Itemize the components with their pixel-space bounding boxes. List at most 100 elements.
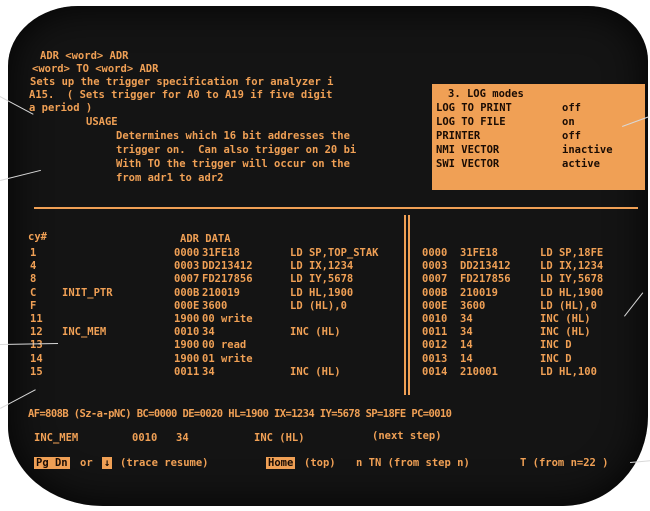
disasm-address: 000B (422, 287, 448, 299)
trace-data: 31FE18 (202, 247, 240, 259)
disasm-instruction: INC D (540, 339, 572, 351)
menu-item-value: off (562, 130, 581, 142)
disasm-instruction: INC (HL) (540, 313, 591, 325)
help-line: <word> TO <word> ADR (32, 63, 159, 75)
home-key[interactable]: Home (266, 457, 296, 469)
usage-line: trigger on. Can also trigger on 20 bi (116, 144, 357, 156)
menu-item-label: NMI VECTOR (436, 144, 500, 156)
trace-address: 0007 (174, 273, 200, 285)
next-step-adr: 0010 (132, 432, 158, 444)
usage-line: from adr1 to adr2 (116, 172, 224, 184)
disasm-address: 0010 (422, 313, 448, 325)
menu-item-label: PRINTER (436, 130, 481, 142)
trace-header-adr: ADR DATA (180, 233, 231, 245)
trace-instruction: LD SP,TOP_STAK (290, 247, 379, 259)
trace-cycle: 4 (30, 260, 37, 272)
next-step-inst: INC (HL) (254, 432, 305, 444)
disasm-instruction: INC (HL) (540, 326, 591, 338)
trace-cycle: 12 (30, 326, 43, 338)
disasm-data: 210001 (460, 366, 498, 378)
trace-address: 1900 (174, 313, 200, 325)
trace-data: 34 (202, 366, 215, 378)
down-arrow-key[interactable]: ↓ (102, 457, 113, 469)
trace-address: 0011 (174, 366, 200, 378)
trace-resume-text: (trace resume) (120, 457, 209, 469)
disasm-data: DD213412 (460, 260, 511, 272)
pgdn-key[interactable]: Pg Dn (34, 457, 70, 469)
disasm-instruction: LD IY,5678 (540, 273, 604, 285)
disasm-data: 34 (460, 326, 473, 338)
divider-right (414, 207, 638, 209)
usage-line: With TO the trigger will occur on the (116, 158, 350, 170)
disasm-address: 0003 (422, 260, 448, 272)
disasm-data: 14 (460, 339, 473, 351)
log-modes-menu[interactable]: 3. LOG modes LOG TO PRINT off LOG TO FIL… (432, 84, 645, 190)
disasm-address: 0000 (422, 247, 448, 259)
help-line: ADR <word> ADR (40, 50, 129, 62)
trace-address: 0010 (174, 326, 200, 338)
disasm-address: 0012 (422, 339, 448, 351)
trace-cycle: 1 (30, 247, 37, 259)
trace-cycle: F (30, 300, 37, 312)
trace-address: 1900 (174, 339, 200, 351)
disasm-instruction: LD (HL),0 (540, 300, 597, 312)
trace-data: 00 write (202, 313, 253, 325)
trace-cycle: 8 (30, 273, 37, 285)
pane-divider (404, 215, 406, 395)
or-text: or (80, 457, 93, 469)
menu-item-label: LOG TO FILE (436, 116, 506, 128)
next-step-data: 34 (176, 432, 189, 444)
disasm-instruction: LD HL,100 (540, 366, 597, 378)
trace-cycle: 14 (30, 353, 43, 365)
disasm-instruction: LD HL,1900 (540, 287, 604, 299)
annotation-pointer (630, 460, 650, 463)
trace-instruction: LD (HL),0 (290, 300, 347, 312)
menu-item-value: active (562, 158, 600, 170)
disasm-data: 210019 (460, 287, 498, 299)
disasm-data: 34 (460, 313, 473, 325)
menu-item-value: inactive (562, 144, 613, 156)
trace-instruction: INC (HL) (290, 366, 341, 378)
trace-address: 0000 (174, 247, 200, 259)
menu-item-label: SWI VECTOR (436, 158, 500, 170)
disasm-instruction: INC D (540, 353, 572, 365)
trace-address: 000B (174, 287, 200, 299)
disasm-address: 000E (422, 300, 448, 312)
disasm-address: 0014 (422, 366, 448, 378)
trace-cycle: 15 (30, 366, 43, 378)
disasm-address: 0013 (422, 353, 448, 365)
menu-item-value: on (562, 116, 575, 128)
pane-divider-2 (408, 215, 410, 395)
register-line: AF=808B (Sz-a-pNC) BC=0000 DE=0020 HL=19… (28, 408, 452, 420)
trace-cycle: 13 (30, 339, 43, 351)
disasm-instruction: LD SP,18FE (540, 247, 604, 259)
disasm-data: FD217856 (460, 273, 511, 285)
usage-line: Determines which 16 bit addresses the (116, 130, 350, 142)
menu-item-value: off (562, 102, 581, 114)
crt-screen: ADR <word> ADR <word> TO <word> ADR Sets… (8, 6, 648, 506)
disasm-address: 0011 (422, 326, 448, 338)
disasm-data: 31FE18 (460, 247, 498, 259)
trace-instruction: INC (HL) (290, 326, 341, 338)
trace-data: 34 (202, 326, 215, 338)
divider-left (34, 207, 414, 209)
trace-data: 3600 (202, 300, 228, 312)
help-line: a period ) (29, 102, 93, 114)
trace-header-cy: cy# (28, 231, 47, 243)
t-command-text: T (from n=22 ) (520, 457, 609, 469)
disasm-instruction: LD IX,1234 (540, 260, 604, 272)
trace-label: INIT_PTR (62, 287, 113, 299)
trace-address: 0003 (174, 260, 200, 272)
disasm-address: 0007 (422, 273, 448, 285)
menu-title: 3. LOG modes (448, 88, 524, 100)
trace-data: FD217856 (202, 273, 253, 285)
disasm-data: 3600 (460, 300, 486, 312)
trace-data: 00 read (202, 339, 247, 351)
trace-instruction: LD IY,5678 (290, 273, 354, 285)
trace-cycle: C (30, 287, 37, 299)
trace-instruction: LD IX,1234 (290, 260, 354, 272)
disasm-data: 14 (460, 353, 473, 365)
trace-data: 210019 (202, 287, 240, 299)
next-step-note: (next step) (372, 430, 442, 442)
trace-data: DD213412 (202, 260, 253, 272)
